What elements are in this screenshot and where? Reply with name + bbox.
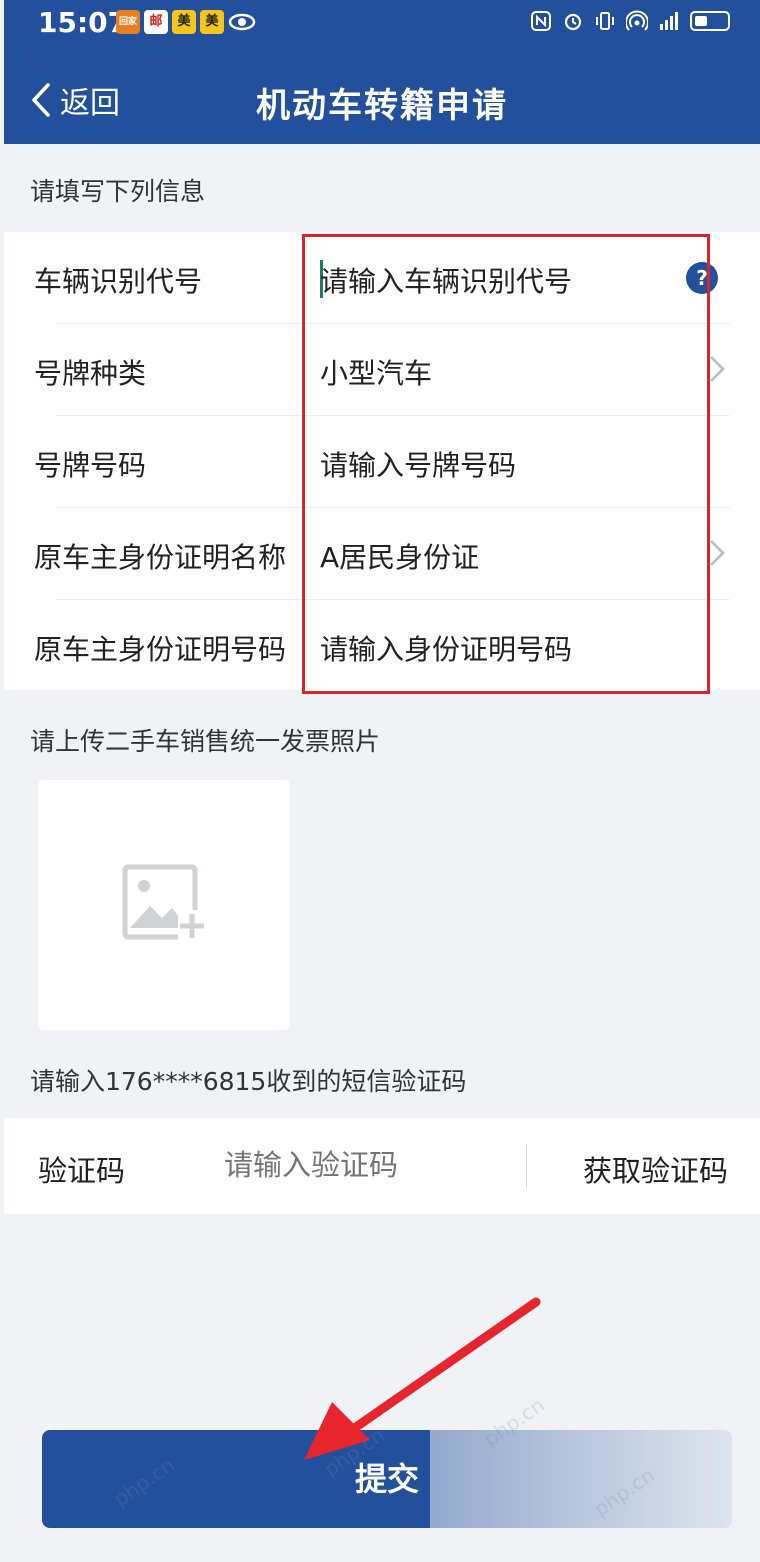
- image-add-icon: [122, 864, 208, 940]
- form-card: 车辆识别代号 请输入车辆识别代号 ? 号牌种类 小型汽车 号牌号码 请输入号牌号…: [4, 232, 760, 690]
- form-row-plate-type[interactable]: 号牌种类 小型汽车: [4, 324, 760, 416]
- verification-code-input[interactable]: [224, 1148, 514, 1182]
- help-icon[interactable]: ?: [686, 262, 718, 294]
- form-row-vin[interactable]: 车辆识别代号 请输入车辆识别代号 ?: [4, 232, 760, 324]
- page-title: 机动车转籍申请: [256, 86, 508, 126]
- hotspot-icon: [626, 10, 648, 31]
- notification-icons: 回家 邮 美 美: [116, 10, 256, 34]
- plate-number-input[interactable]: 请输入号牌号码: [320, 444, 516, 484]
- get-code-button[interactable]: 获取验证码: [583, 1148, 728, 1190]
- alarm-icon: [564, 13, 582, 31]
- chevron-right-icon: [710, 356, 725, 382]
- plate-number-label: 号牌号码: [34, 449, 147, 482]
- submit-button[interactable]: 提交: [42, 1430, 732, 1528]
- nav-bar: 返回 机动车转籍申请: [4, 60, 760, 140]
- status-bar: 15:07 回家 邮 美 美: [4, 0, 760, 48]
- sms-prompt: 请输入176****6815收到的短信验证码: [30, 1067, 467, 1096]
- vin-input[interactable]: 请输入车辆识别代号: [320, 260, 572, 300]
- plate-type-label: 号牌种类: [34, 357, 147, 390]
- id-type-select[interactable]: A居民身份证: [320, 536, 479, 576]
- notification-badge: 邮: [144, 10, 168, 34]
- upload-section-title: 请上传二手车销售统一发票照片: [30, 727, 381, 756]
- vin-label: 车辆识别代号: [34, 265, 203, 298]
- id-type-label: 原车主身份证明名称: [34, 541, 287, 574]
- status-time: 15:07: [38, 6, 128, 39]
- form-row-id-type[interactable]: 原车主身份证明名称 A居民身份证: [4, 508, 760, 600]
- verification-code-label: 验证码: [38, 1154, 126, 1188]
- notification-badge: 美: [172, 10, 196, 34]
- vibrate-icon: [596, 12, 614, 30]
- eye-icon: [228, 13, 256, 31]
- notification-badge: 美: [200, 10, 224, 34]
- form-row-id-number[interactable]: 原车主身份证明号码 请输入身份证明号码: [4, 600, 760, 692]
- upload-photo-button[interactable]: [38, 780, 290, 1030]
- battery-icon: [690, 11, 730, 31]
- id-number-input[interactable]: 请输入身份证明号码: [320, 628, 572, 668]
- top-bar: 15:07 回家 邮 美 美 返回 机动车转籍申请: [4, 0, 760, 144]
- form-row-plate-number[interactable]: 号牌号码 请输入号牌号码: [4, 416, 760, 508]
- separator: [526, 1144, 527, 1188]
- plate-type-select[interactable]: 小型汽车: [320, 352, 432, 392]
- verification-code-row: 验证码 获取验证码: [4, 1118, 760, 1214]
- notification-badge: 回家: [116, 10, 140, 34]
- form-section-title: 请填写下列信息: [30, 177, 206, 206]
- nfc-icon: [531, 11, 551, 31]
- id-number-label: 原车主身份证明号码: [34, 633, 287, 666]
- system-icons: [530, 10, 730, 32]
- chevron-right-icon: [710, 540, 725, 566]
- signal-icon: [660, 12, 678, 30]
